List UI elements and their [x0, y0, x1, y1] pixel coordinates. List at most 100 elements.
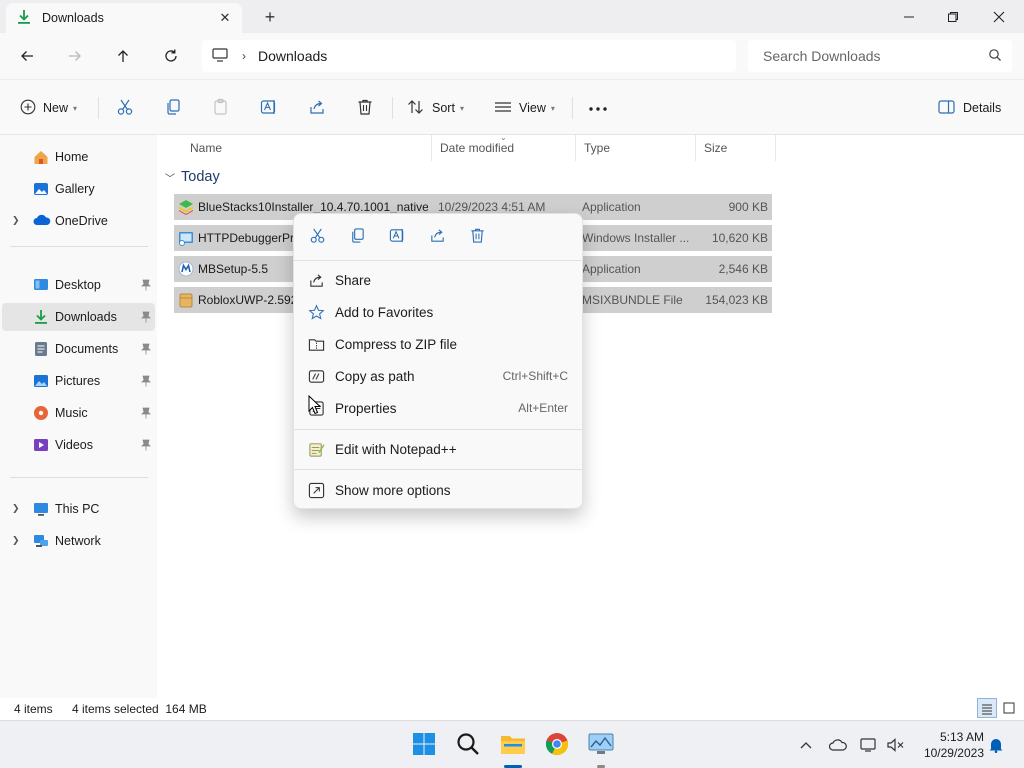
- details-view-toggle[interactable]: [977, 698, 997, 718]
- see-more-button[interactable]: [588, 94, 608, 122]
- breadcrumb-downloads[interactable]: Downloads: [258, 48, 327, 64]
- share-button[interactable]: [308, 94, 326, 122]
- onedrive-cloud-icon: [33, 213, 51, 229]
- sort-button[interactable]: Sort ▾: [407, 94, 464, 122]
- tab-downloads[interactable]: Downloads ✕: [6, 3, 242, 33]
- sidebar-item-network[interactable]: ❯ Network: [2, 527, 155, 555]
- pin-icon[interactable]: [141, 311, 151, 323]
- paste-button[interactable]: [212, 94, 230, 122]
- details-pane-button[interactable]: Details: [938, 94, 1001, 122]
- divider: [392, 97, 393, 119]
- breadcrumb[interactable]: › Downloads: [202, 40, 736, 72]
- view-button[interactable]: View ▾: [494, 94, 555, 122]
- divider: [98, 97, 99, 119]
- sidebar-item-music[interactable]: Music: [2, 399, 155, 427]
- column-header-size[interactable]: Size: [696, 135, 776, 161]
- sort-chevron-icon: ⌄: [500, 133, 507, 142]
- notification-bell-icon[interactable]: [987, 736, 1005, 754]
- taskbar: 5:13 AM 10/29/2023: [0, 720, 1024, 768]
- system-clock[interactable]: 5:13 AM 10/29/2023: [914, 729, 984, 761]
- new-label: New: [43, 101, 69, 115]
- sidebar-item-onedrive[interactable]: ❯ OneDrive: [2, 207, 155, 235]
- title-bar: Downloads ✕ +: [0, 0, 1024, 33]
- menu-copy-button[interactable]: [345, 226, 369, 248]
- star-icon: [308, 304, 325, 321]
- pin-icon[interactable]: [141, 375, 151, 387]
- this-pc-icon[interactable]: [212, 47, 228, 65]
- chevron-right-icon[interactable]: ❯: [12, 535, 20, 546]
- forward-button[interactable]: [61, 43, 89, 69]
- tiles-view-icon: [1003, 702, 1015, 717]
- chevron-right-icon[interactable]: ❯: [12, 503, 20, 514]
- sidebar-item-gallery[interactable]: Gallery: [2, 175, 155, 203]
- copy-button[interactable]: [164, 94, 182, 122]
- menu-item-properties[interactable]: Properties Alt+Enter: [300, 393, 576, 423]
- menu-item-show-more-options[interactable]: Show more options: [300, 475, 576, 505]
- cut-button[interactable]: [116, 94, 134, 122]
- menu-rename-button[interactable]: [385, 226, 409, 248]
- pin-icon[interactable]: [141, 439, 151, 451]
- taskbar-chrome[interactable]: [542, 730, 572, 760]
- sidebar-item-this-pc[interactable]: ❯ This PC: [2, 495, 155, 523]
- sidebar-item-pictures[interactable]: Pictures: [2, 367, 155, 395]
- status-bar: 4 items 4 items selected 164 MB: [0, 698, 1024, 720]
- new-tab-button[interactable]: +: [258, 6, 282, 28]
- sidebar-item-label: This PC: [55, 502, 100, 516]
- chevron-right-icon[interactable]: ❯: [12, 215, 20, 226]
- tiles-view-toggle[interactable]: [999, 698, 1019, 718]
- new-button[interactable]: New ▾: [20, 94, 77, 122]
- menu-item-compress-zip[interactable]: Compress to ZIP file: [300, 329, 576, 359]
- chevron-up-icon[interactable]: [797, 736, 815, 754]
- up-button[interactable]: [109, 43, 137, 69]
- download-arrow-icon: [33, 309, 49, 325]
- copy-icon: [164, 98, 182, 119]
- menu-share-button[interactable]: [425, 226, 449, 248]
- rename-button[interactable]: [260, 94, 278, 122]
- refresh-button[interactable]: [157, 43, 185, 69]
- column-header-name[interactable]: Name: [182, 135, 432, 161]
- group-header-today[interactable]: ﹀ Today: [165, 169, 220, 185]
- chevron-right-icon[interactable]: ›: [242, 49, 246, 63]
- menu-item-share[interactable]: Share: [300, 265, 576, 295]
- sidebar-item-home[interactable]: Home: [2, 143, 155, 171]
- back-button[interactable]: [13, 43, 41, 69]
- menu-item-copy-as-path[interactable]: Copy as path Ctrl+Shift+C: [300, 361, 576, 391]
- onedrive-sync-icon[interactable]: [829, 736, 847, 754]
- menu-item-add-to-favorites[interactable]: Add to Favorites: [300, 297, 576, 327]
- package-icon: [178, 292, 194, 308]
- close-window-button[interactable]: [976, 0, 1022, 33]
- menu-item-label: Properties: [335, 400, 397, 416]
- installer-icon: [178, 230, 194, 246]
- sidebar-item-downloads[interactable]: Downloads: [2, 303, 155, 331]
- menu-item-edit-notepadpp[interactable]: Edit with Notepad++: [300, 434, 576, 464]
- column-header-type[interactable]: Type: [576, 135, 696, 161]
- divider: [294, 429, 582, 430]
- taskbar-search-button[interactable]: [453, 730, 483, 760]
- menu-cut-button[interactable]: [305, 226, 329, 248]
- display-icon[interactable]: [859, 736, 877, 754]
- sidebar-item-videos[interactable]: Videos: [2, 431, 155, 459]
- taskbar-file-explorer[interactable]: [498, 730, 528, 760]
- menu-item-label: Edit with Notepad++: [335, 441, 457, 457]
- minimize-button[interactable]: [886, 0, 932, 33]
- close-tab-icon[interactable]: ✕: [216, 9, 234, 27]
- pin-icon[interactable]: [141, 407, 151, 419]
- search-icon: [456, 732, 480, 759]
- desktop-icon: [33, 277, 49, 293]
- sidebar-item-desktop[interactable]: Desktop: [2, 271, 155, 299]
- taskbar-monitor-app[interactable]: [586, 730, 616, 760]
- search-input[interactable]: Search Downloads: [748, 40, 1012, 72]
- clock-time: 5:13 AM: [939, 730, 984, 744]
- chrome-icon: [545, 732, 569, 759]
- pin-icon[interactable]: [141, 279, 151, 291]
- sidebar-item-documents[interactable]: Documents: [2, 335, 155, 363]
- maximize-button[interactable]: [930, 0, 976, 33]
- volume-muted-icon[interactable]: [887, 736, 905, 754]
- sidebar-item-label: Downloads: [55, 310, 117, 324]
- menu-delete-button[interactable]: [465, 226, 489, 248]
- start-button[interactable]: [409, 730, 439, 760]
- menu-item-shortcut: Alt+Enter: [518, 401, 568, 415]
- delete-button[interactable]: [356, 94, 374, 122]
- cut-icon: [309, 227, 326, 247]
- pin-icon[interactable]: [141, 343, 151, 355]
